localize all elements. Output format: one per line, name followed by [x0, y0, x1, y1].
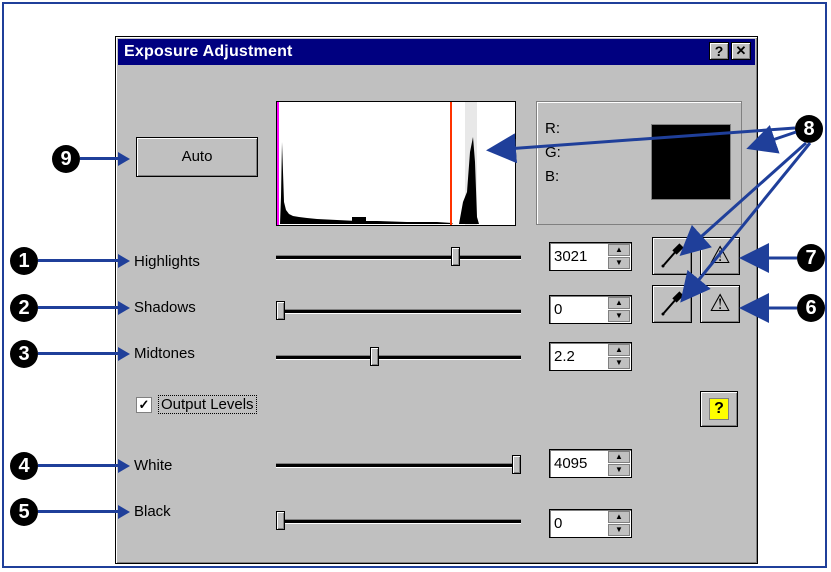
shadows-slider[interactable] — [276, 301, 521, 321]
highlights-label: Highlights — [134, 253, 200, 270]
highlights-up-arrow-icon[interactable]: ▲ — [608, 244, 630, 256]
highlight-warning-button[interactable]: ⚠ — [700, 237, 740, 275]
callout-2-arrow — [38, 306, 118, 309]
callout-6: 6 — [797, 294, 825, 322]
black-slider-thumb[interactable] — [276, 511, 285, 530]
highlights-spinbox[interactable]: 3021 ▲ ▼ — [549, 242, 632, 271]
callout-1-arrowhead — [118, 254, 130, 268]
callout-5-arrowhead — [118, 505, 130, 519]
shadow-warning-button[interactable]: ⚠ — [700, 285, 740, 323]
callout-9-arrow — [80, 157, 118, 160]
b-label: B: — [545, 168, 560, 185]
histogram — [276, 101, 516, 226]
highlights-slider-thumb[interactable] — [451, 247, 460, 266]
black-up-arrow-icon[interactable]: ▲ — [608, 511, 630, 523]
midtones-value[interactable]: 2.2 — [554, 348, 575, 365]
midtones-slider-track — [276, 355, 521, 360]
black-slider[interactable] — [276, 511, 521, 531]
callout-9: 9 — [52, 145, 80, 173]
callout-3-arrow — [38, 352, 118, 355]
auto-button[interactable]: Auto — [136, 137, 258, 177]
eyedropper-icon — [661, 291, 684, 316]
callout-2-arrowhead — [118, 301, 130, 315]
callout-1: 1 — [10, 247, 38, 275]
histogram-curve — [280, 142, 453, 224]
shadows-slider-thumb[interactable] — [276, 301, 285, 320]
white-slider-thumb[interactable] — [512, 455, 521, 474]
callout-9-arrowhead — [118, 152, 130, 166]
close-button[interactable]: ✕ — [731, 42, 751, 60]
g-label: G: — [545, 144, 561, 161]
midtones-spinbox[interactable]: 2.2 ▲ ▼ — [549, 342, 632, 371]
shadows-up-arrow-icon[interactable]: ▲ — [608, 297, 630, 309]
highlights-value[interactable]: 3021 — [554, 248, 587, 265]
callout-2: 2 — [10, 294, 38, 322]
help-icon: ? — [709, 398, 729, 420]
midtones-slider-thumb[interactable] — [370, 347, 379, 366]
white-spinbox[interactable]: 4095 ▲ ▼ — [549, 449, 632, 478]
white-label: White — [134, 457, 173, 474]
callout-4-arrow — [38, 464, 118, 467]
white-up-arrow-icon[interactable]: ▲ — [608, 451, 630, 463]
callout-7: 7 — [797, 244, 825, 272]
shadows-slider-track — [276, 309, 521, 314]
histogram-plot — [277, 102, 479, 225]
callout-1-arrow — [38, 259, 118, 262]
help-button[interactable]: ? — [700, 391, 738, 427]
r-label: R: — [545, 120, 560, 137]
highlights-slider[interactable] — [276, 247, 521, 267]
shadows-down-arrow-icon[interactable]: ▼ — [608, 310, 630, 322]
highlights-slider-track — [276, 255, 521, 260]
highlight-eyedropper-button[interactable] — [652, 237, 692, 275]
color-swatch — [651, 124, 731, 200]
color-readout-panel: R: G: B: — [536, 101, 742, 225]
white-down-arrow-icon[interactable]: ▼ — [608, 464, 630, 476]
exposure-adjustment-dialog: Exposure Adjustment ? ✕ Auto R: G: B: Hi… — [115, 36, 758, 564]
midtones-up-arrow-icon[interactable]: ▲ — [608, 344, 630, 356]
midtones-label: Midtones — [134, 345, 195, 362]
callout-4-arrowhead — [118, 459, 130, 473]
shadow-eyedropper-button[interactable] — [652, 285, 692, 323]
white-slider-track — [276, 463, 521, 468]
callout-3-arrowhead — [118, 347, 130, 361]
white-value[interactable]: 4095 — [554, 455, 587, 472]
shadows-label: Shadows — [134, 299, 196, 316]
histogram-bump — [352, 217, 366, 222]
callout-5: 5 — [10, 498, 38, 526]
callout-8: 8 — [795, 115, 823, 143]
eyedropper-icon — [661, 243, 684, 268]
black-down-arrow-icon[interactable]: ▼ — [608, 524, 630, 536]
midtones-down-arrow-icon[interactable]: ▼ — [608, 357, 630, 369]
callout-3: 3 — [10, 340, 38, 368]
midtones-slider[interactable] — [276, 347, 521, 367]
dialog-title: Exposure Adjustment — [124, 43, 293, 60]
output-levels-checkbox[interactable]: ✓ — [136, 397, 152, 413]
highlights-down-arrow-icon[interactable]: ▼ — [608, 257, 630, 269]
black-spinbox[interactable]: 0 ▲ ▼ — [549, 509, 632, 538]
shadows-spinbox[interactable]: 0 ▲ ▼ — [549, 295, 632, 324]
white-slider[interactable] — [276, 455, 521, 475]
title-bar: Exposure Adjustment ? ✕ — [118, 39, 755, 65]
callout-5-arrow — [38, 510, 118, 513]
black-slider-track — [276, 519, 521, 524]
black-label: Black — [134, 503, 171, 520]
output-levels-label[interactable]: Output Levels — [158, 395, 257, 414]
shadows-value[interactable]: 0 — [554, 301, 562, 318]
help-title-button[interactable]: ? — [709, 42, 729, 60]
callout-4: 4 — [10, 452, 38, 480]
black-value[interactable]: 0 — [554, 515, 562, 532]
